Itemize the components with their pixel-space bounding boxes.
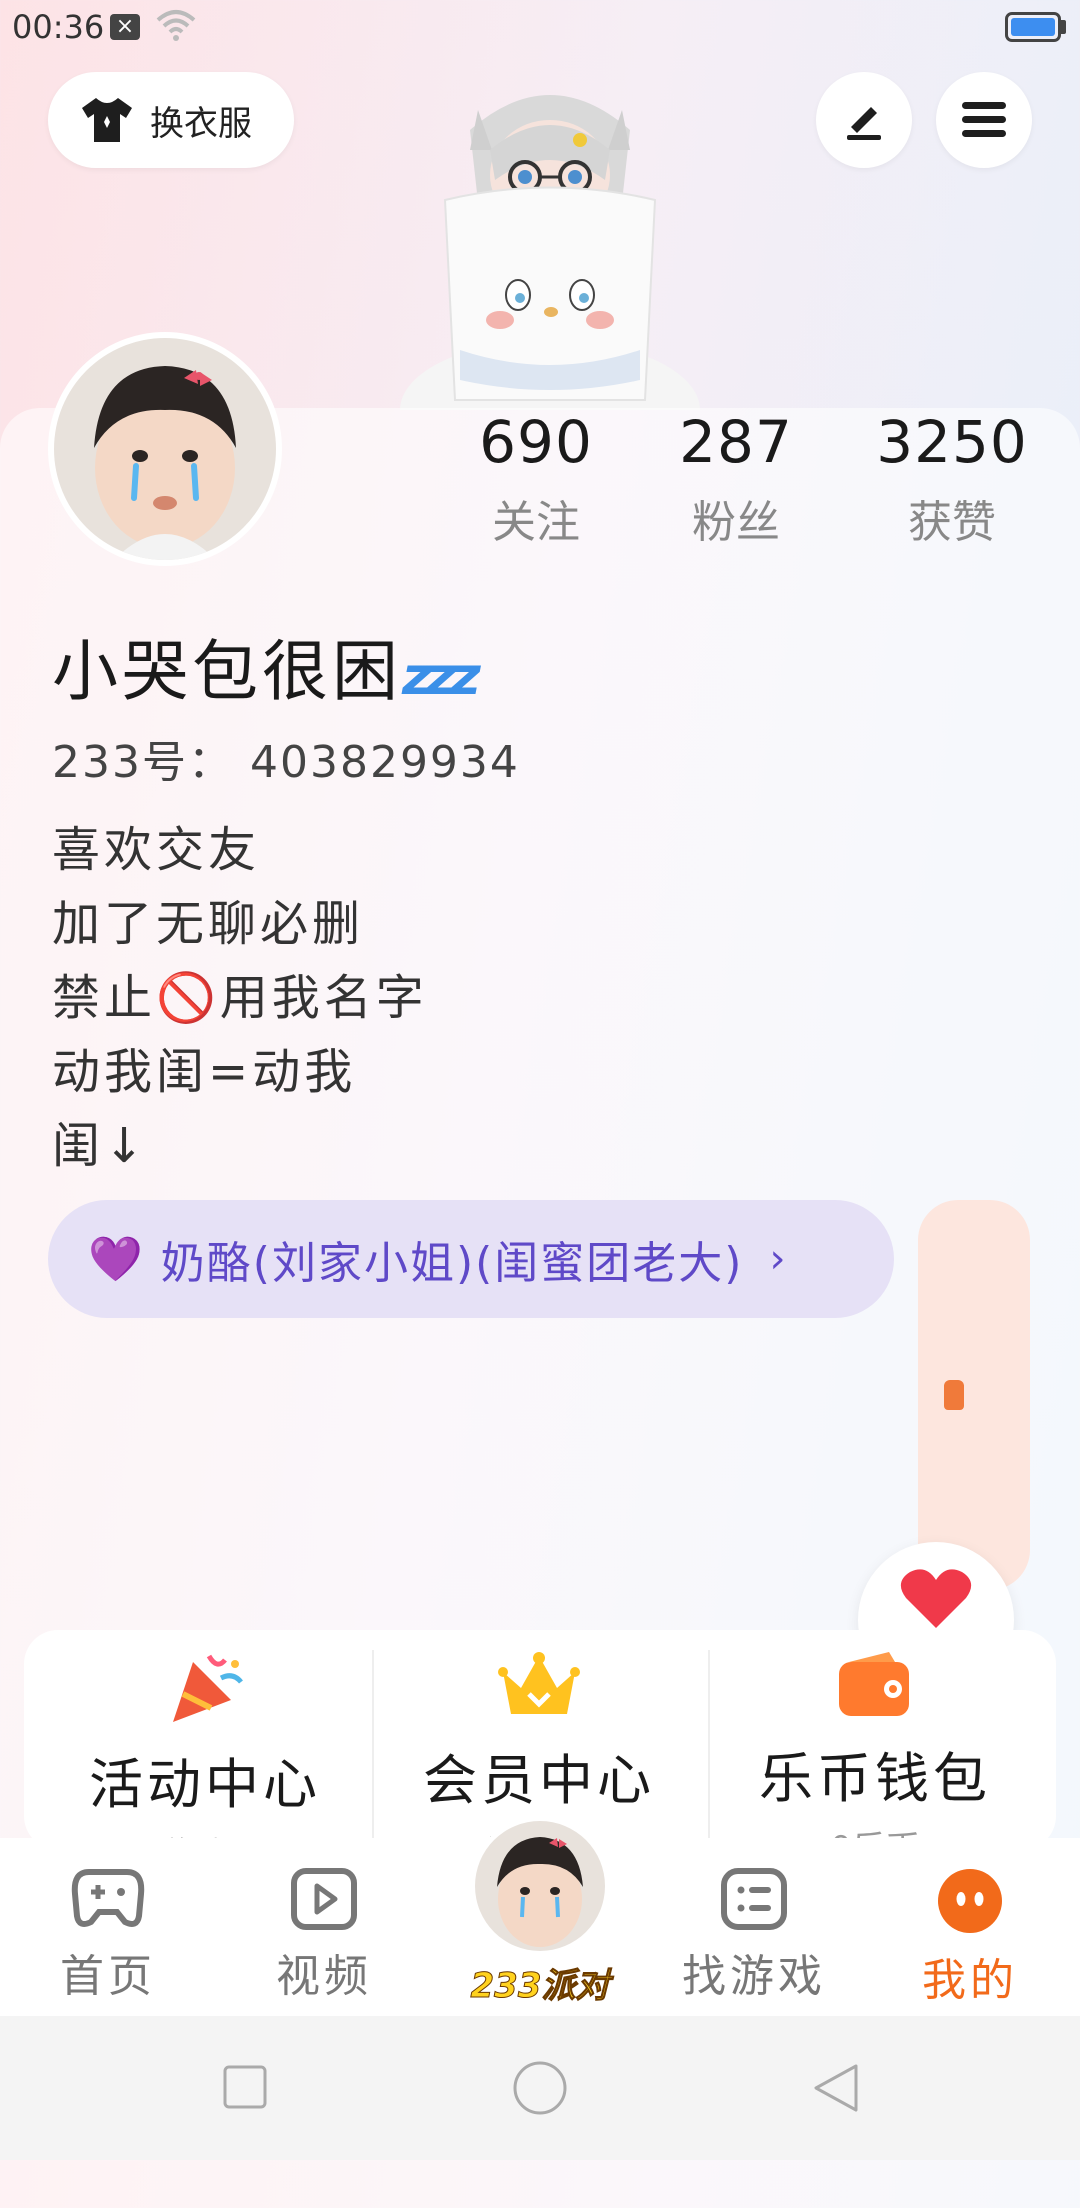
bio-line-5: 闺↓	[52, 1118, 149, 1174]
relation-label: 奶酪(刘家小姐)(闺蜜团老大)	[160, 1238, 744, 1289]
stat-likes[interactable]: 3250 获赞	[852, 408, 1052, 550]
party-label[interactable]: 233派对	[470, 1958, 610, 2007]
nav-home[interactable]: 首页	[18, 1868, 198, 2004]
party-avatar-photo	[475, 1821, 605, 1951]
party-avatar[interactable]	[470, 1816, 610, 1956]
chevron-right-icon: ›	[769, 1236, 786, 1282]
pen-icon	[847, 107, 881, 140]
user-id[interactable]: 233号： 403829934	[52, 726, 520, 790]
edit-profile-button[interactable]	[816, 72, 912, 168]
nav-me[interactable]: 我的	[880, 1868, 1060, 2008]
list-icon	[721, 1868, 787, 1930]
tshirt-icon	[82, 98, 132, 142]
relation-pill[interactable]: 💜 奶酪(刘家小姐)(闺蜜团老大) ›	[48, 1200, 894, 1318]
change-outfit-label: 换衣服	[150, 103, 252, 144]
stat-following-label: 关注	[492, 497, 580, 548]
gamepad-icon	[71, 1869, 145, 1927]
nav-find-games[interactable]: 找游戏	[664, 1868, 844, 2004]
nav-label: 找游戏	[682, 1951, 826, 2002]
home-icon[interactable]	[512, 2060, 568, 2116]
feature-label: 乐币钱包	[759, 1747, 991, 1810]
profile-avatar[interactable]	[48, 332, 282, 566]
feature-label: 会员中心	[423, 1749, 655, 1812]
change-outfit-button[interactable]: 换衣服	[48, 72, 294, 168]
lock-icon	[944, 1380, 964, 1410]
recent-apps-icon[interactable]	[222, 2064, 268, 2110]
nickname-text: 小哭包很困	[52, 633, 402, 710]
stat-followers-label: 粉丝	[692, 497, 780, 548]
stat-following[interactable]: 690 关注	[436, 408, 636, 550]
stat-following-count: 690	[479, 408, 593, 476]
side-panel[interactable]	[918, 1200, 1030, 1590]
wallet-icon	[839, 1652, 909, 1716]
heart-icon: 💜	[88, 1234, 143, 1285]
bio-line-4: 动我闺=动我	[52, 1044, 357, 1100]
crown-icon	[498, 1652, 580, 1714]
back-icon[interactable]	[810, 2062, 860, 2114]
battery-icon	[1005, 12, 1061, 42]
menu-button[interactable]	[936, 72, 1032, 168]
feature-wallet[interactable]: 乐币钱包 0乐币	[710, 1650, 1040, 1870]
hamburger-menu-icon	[962, 102, 1006, 137]
party-popper-icon	[173, 1654, 243, 1722]
play-icon	[291, 1868, 357, 1930]
stat-likes-count: 3250	[876, 408, 1028, 476]
nickname: 小哭包很困zzz	[52, 618, 481, 714]
avatar-photo	[54, 338, 276, 560]
bio-line-3: 禁止🚫用我名字	[52, 970, 428, 1026]
nav-label: 我的	[922, 1955, 1018, 2006]
wifi-icon	[156, 10, 196, 41]
nav-video[interactable]: 视频	[234, 1868, 414, 2004]
battery-tip	[1061, 20, 1066, 34]
bio-line-2: 加了无聊必删	[52, 896, 365, 952]
stat-followers-count: 287	[679, 408, 793, 476]
notification-close-icon: ×	[110, 14, 140, 40]
bio-line-1: 喜欢交友	[52, 822, 261, 878]
avatar-character-image[interactable]	[400, 80, 700, 410]
status-time: 00:36	[12, 8, 105, 46]
heart-like-icon	[900, 1569, 972, 1628]
nav-label: 视频	[276, 1951, 372, 2002]
feature-label: 活动中心	[89, 1753, 321, 1816]
stat-likes-label: 获赞	[908, 497, 996, 548]
sleep-zzz-icon: zzz	[402, 647, 481, 707]
stat-followers[interactable]: 287 粉丝	[636, 408, 836, 550]
me-icon	[938, 1869, 1002, 1933]
nav-label: 首页	[60, 1951, 156, 2002]
